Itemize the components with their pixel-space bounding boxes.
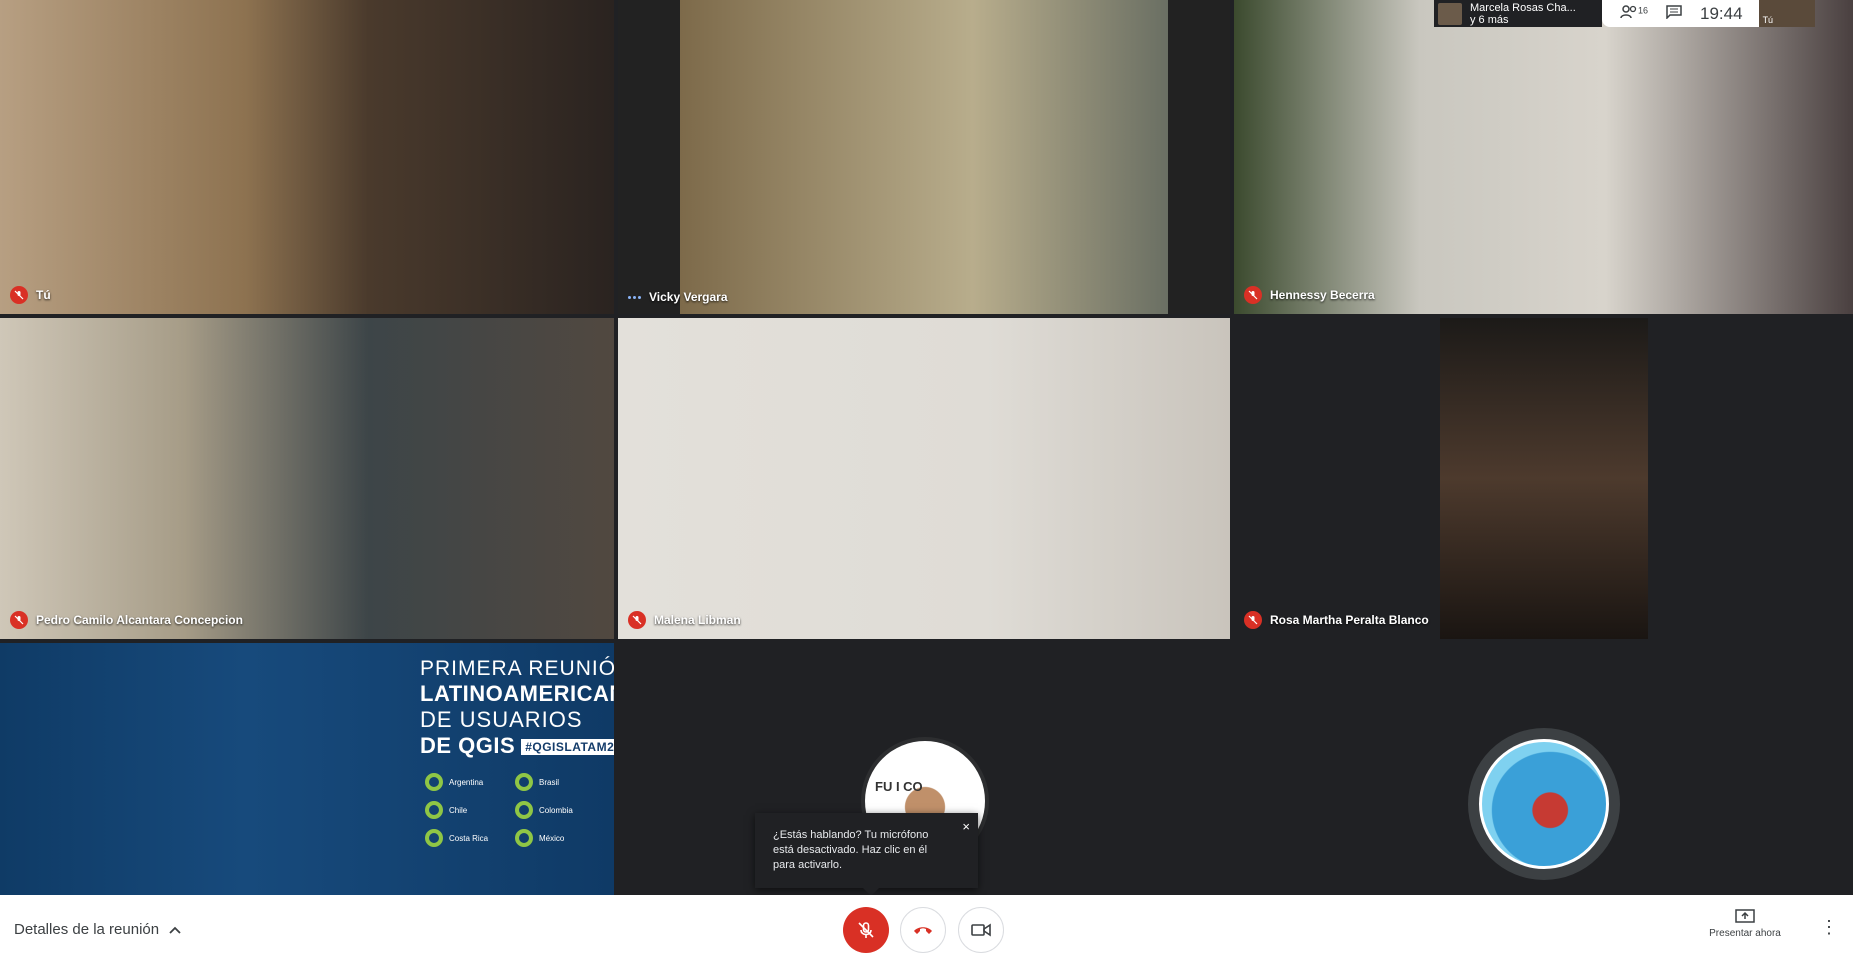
bottom-control-bar: Detalles de la reunión Presentar ahora ⋮ xyxy=(0,895,1853,966)
participant-thumbnail xyxy=(1438,2,1462,25)
list-item: Colombia xyxy=(515,801,595,819)
video-feed xyxy=(680,0,1168,314)
chat-icon xyxy=(1666,4,1682,20)
camera-toggle-button[interactable] xyxy=(958,907,1004,953)
list-item: Costa Rica xyxy=(425,829,505,847)
participants-button[interactable]: 16 xyxy=(1620,5,1648,22)
participant-name: Pedro Camilo Alcantara Concepcion xyxy=(10,611,243,629)
participant-avatar[interactable] xyxy=(1468,728,1620,880)
end-call-button[interactable] xyxy=(900,907,946,953)
mic-muted-tooltip: ¿Estás hablando? Tu micrófono está desac… xyxy=(755,813,978,896)
close-icon[interactable]: × xyxy=(962,819,970,834)
mic-off-icon xyxy=(1244,611,1262,629)
meeting-details-button[interactable]: Detalles de la reunión xyxy=(14,921,181,938)
participant-tile-vicky[interactable]: Vicky Vergara xyxy=(618,0,1230,314)
chat-button[interactable] xyxy=(1666,4,1682,24)
participant-tile-rosa[interactable]: Rosa Martha Peralta Blanco xyxy=(1234,318,1853,639)
mic-off-icon xyxy=(628,611,646,629)
people-icon xyxy=(1620,5,1637,19)
participant-tile-malena[interactable]: Malena Libman xyxy=(618,318,1230,639)
qgis-logo-icon xyxy=(425,801,443,819)
country-list: Argentina Brasil Chile Colombia Costa Ri… xyxy=(425,773,595,847)
qgis-logo-icon xyxy=(515,801,533,819)
participant-name: Tú xyxy=(10,286,51,304)
list-item: México xyxy=(515,829,595,847)
present-screen-icon xyxy=(1735,909,1755,923)
hashtag-badge: #QGISLATAM2020 xyxy=(521,739,614,756)
videocam-icon xyxy=(971,923,991,937)
participant-tile-self[interactable]: Tú xyxy=(0,0,614,314)
participant-name: Vicky Vergara xyxy=(628,290,728,304)
hang-up-icon xyxy=(914,927,932,934)
mic-off-icon xyxy=(858,922,874,938)
other-participants[interactable]: Marcela Rosas Cha... y 6 más xyxy=(1434,0,1602,27)
participant-tile-presentation[interactable]: PRIMERA REUNIÓN LATINOAMERICANA DE USUAR… xyxy=(0,643,614,895)
speaking-indicator-icon xyxy=(628,295,641,299)
participant-name: Rosa Martha Peralta Blanco xyxy=(1244,611,1429,629)
mic-toggle-button[interactable] xyxy=(843,907,889,953)
clock-time: 19:44 xyxy=(1700,3,1743,23)
qgis-logo-icon xyxy=(425,773,443,791)
video-feed xyxy=(1440,318,1648,639)
list-item: Brasil xyxy=(515,773,595,791)
more-options-icon[interactable]: ⋮ xyxy=(1820,917,1838,938)
event-banner: PRIMERA REUNIÓN LATINOAMERICANA DE USUAR… xyxy=(420,657,614,759)
qgis-logo-icon xyxy=(425,829,443,847)
present-now-button[interactable]: Presentar ahora xyxy=(1700,909,1790,939)
list-item: Argentina xyxy=(425,773,505,791)
top-info-bar: Marcela Rosas Cha... y 6 más 16 19:44 Tú xyxy=(1434,0,1815,27)
meeting-stage: Tú Vicky Vergara Hennessy Becerra Pedro … xyxy=(0,0,1853,896)
mic-off-icon xyxy=(1244,286,1262,304)
list-item: Chile xyxy=(425,801,505,819)
participant-tile-pedro[interactable]: Pedro Camilo Alcantara Concepcion xyxy=(0,318,614,639)
avatar-image xyxy=(1479,739,1609,869)
mic-off-icon xyxy=(10,611,28,629)
qgis-logo-icon xyxy=(515,773,533,791)
participant-tile-hennessy[interactable]: Hennessy Becerra xyxy=(1234,0,1853,314)
mic-off-icon xyxy=(10,286,28,304)
chevron-up-icon xyxy=(169,926,181,934)
participant-name: Hennessy Becerra xyxy=(1244,286,1375,304)
qgis-logo-icon xyxy=(515,829,533,847)
meeting-info-pill: 16 19:44 xyxy=(1602,0,1759,27)
participant-name: Malena Libman xyxy=(628,611,741,629)
self-preview[interactable]: Tú xyxy=(1758,0,1815,27)
